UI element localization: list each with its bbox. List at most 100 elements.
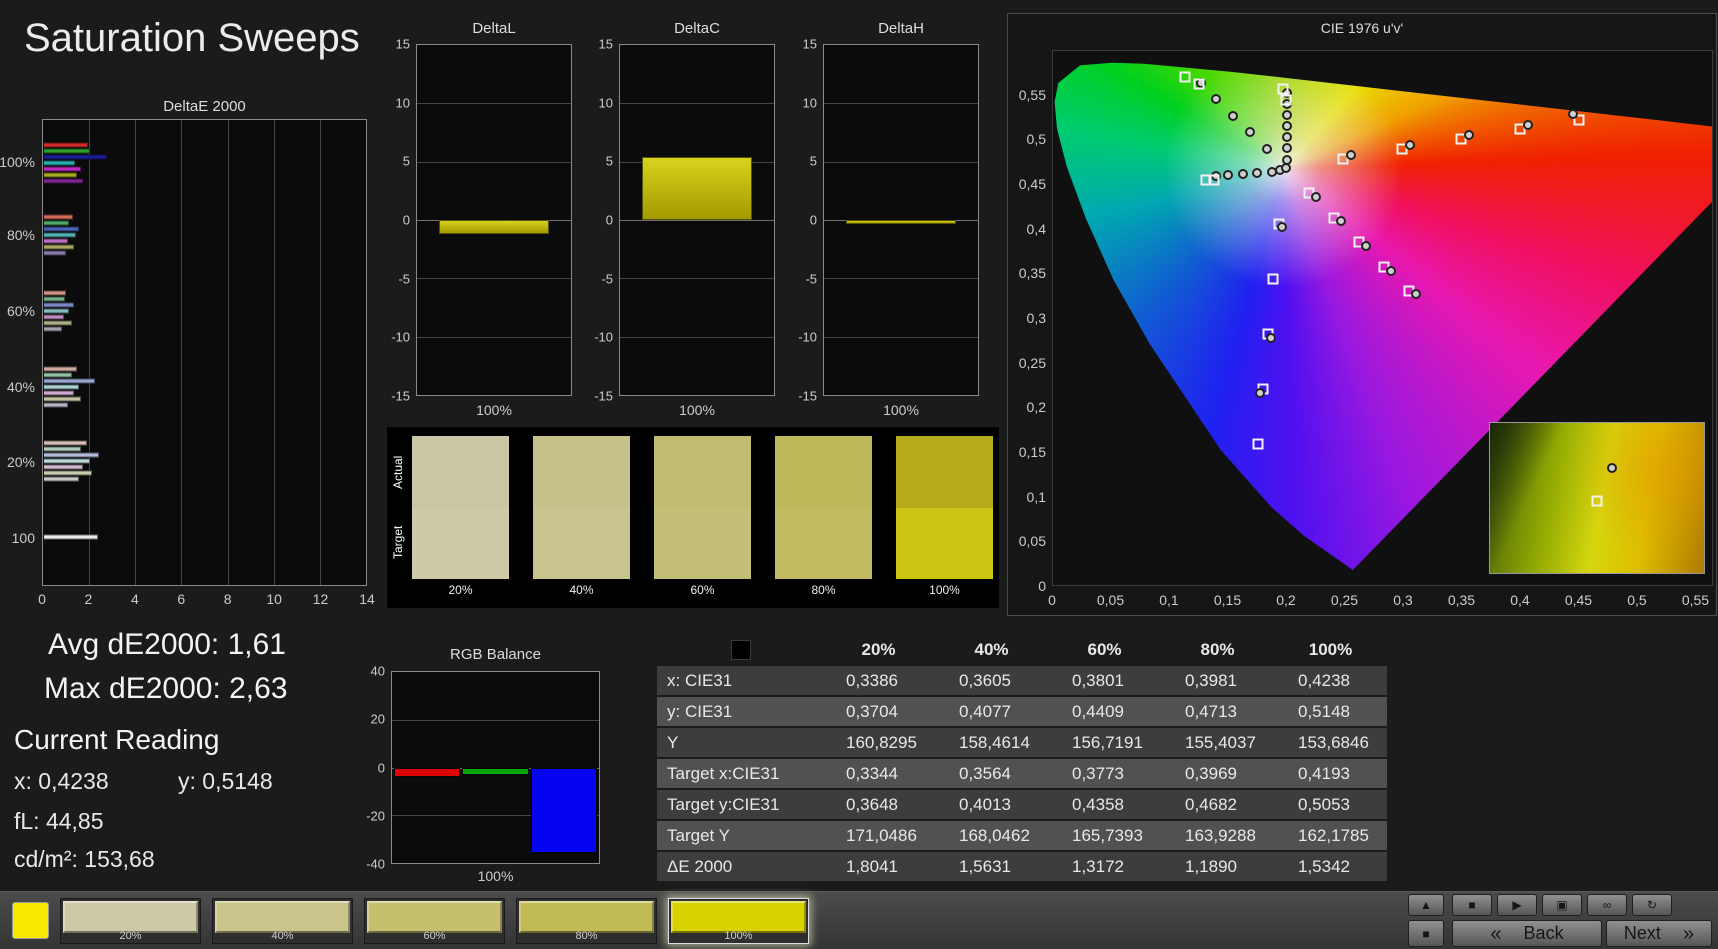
deltae-bar <box>44 160 75 165</box>
eject-icon: ▲ <box>1420 899 1432 911</box>
y-tick-label: 0 <box>1038 578 1046 594</box>
bottom-swatch-80%[interactable]: 80% <box>516 898 657 944</box>
actual-swatch <box>896 436 993 508</box>
deltae-bar <box>44 477 79 482</box>
x-tick-label: 0 <box>38 591 46 607</box>
deltae-bar <box>44 148 90 153</box>
deltae-bar <box>44 166 81 171</box>
deltae-bar <box>44 215 73 220</box>
deltae-bar <box>44 297 65 302</box>
bottom-swatch-40%[interactable]: 40% <box>212 898 353 944</box>
y-tick-label: -15 <box>798 389 817 404</box>
target-swatch <box>654 508 751 580</box>
table-cell-value: 0,3969 <box>1161 764 1274 784</box>
cie-measured-marker <box>1282 121 1292 131</box>
table-cell-value: 153,6846 <box>1274 733 1387 753</box>
bottom-swatch-20%[interactable]: 20% <box>60 898 201 944</box>
rgb-bar-blue <box>531 768 597 854</box>
deltae-bar <box>44 366 77 371</box>
swatch-column: 20% <box>412 436 509 579</box>
delta-mini-chart: DeltaL 151050-5-10-15 100% <box>382 20 572 420</box>
x-tick-label: 4 <box>131 591 139 607</box>
swatch-label: 100% <box>896 583 993 597</box>
deltae-bar <box>44 142 88 147</box>
delta-bar <box>439 220 550 234</box>
y-tick-label: -15 <box>594 389 613 404</box>
stop-button[interactable]: ■ <box>1452 894 1492 916</box>
eject-button[interactable]: ▲ <box>1408 894 1444 916</box>
deltae-bar <box>44 178 83 183</box>
back-button[interactable]: « Back <box>1452 920 1602 947</box>
table-cell-value: 155,4037 <box>1161 733 1274 753</box>
deltae-bar <box>44 251 66 256</box>
table-cell-value: 0,4409 <box>1048 702 1161 722</box>
deltae-bar <box>44 447 81 452</box>
results-table: 20%40%60%80%100%x: CIE310,33860,36050,38… <box>657 636 1387 883</box>
inset-measured-marker <box>1607 463 1617 473</box>
table-row: ΔE 20001,80411,56311,31721,18901,5342 <box>657 852 1387 883</box>
swatch-color-face <box>215 901 350 933</box>
table-cell-value: 0,3648 <box>822 795 935 815</box>
swatch-label: 40% <box>533 583 630 597</box>
cie-measured-marker <box>1386 266 1396 276</box>
swatch-column: 60% <box>654 436 751 579</box>
x-tick-label: 0,25 <box>1331 592 1358 608</box>
table-row-label: Target Y <box>657 826 822 846</box>
play-button[interactable]: ▶ <box>1497 894 1537 916</box>
stop-large-button[interactable]: ■ <box>1408 920 1444 947</box>
y-gridline <box>824 162 978 163</box>
cie-measured-marker <box>1405 140 1415 150</box>
cie-measured-marker <box>1228 111 1238 121</box>
table-row-label: Target x:CIE31 <box>657 764 822 784</box>
cie-measured-marker <box>1282 132 1292 142</box>
x-gridline <box>228 120 229 585</box>
y-gridline <box>824 103 978 104</box>
deltae-bar <box>44 227 79 232</box>
cie-measured-marker <box>1411 289 1421 299</box>
x-tick-label: 0,45 <box>1565 592 1592 608</box>
table-row-label: x: CIE31 <box>657 671 822 691</box>
x-tick-label: 0,2 <box>1276 592 1295 608</box>
x-tick-label: 0,3 <box>1393 592 1412 608</box>
table-cell-value: 160,8295 <box>822 733 935 753</box>
y-tick-label: 10 <box>396 95 410 110</box>
next-button[interactable]: Next » <box>1606 920 1712 947</box>
target-swatch <box>775 508 872 580</box>
table-row: x: CIE310,33860,36050,38010,39810,4238 <box>657 666 1387 697</box>
stop-large-icon: ■ <box>1422 928 1429 940</box>
mini-x-label: 100% <box>823 402 979 418</box>
cie-target-marker <box>1208 174 1219 185</box>
x-tick-label: 10 <box>266 591 282 607</box>
table-cell-value: 0,4238 <box>1274 671 1387 691</box>
table-cell-value: 0,4077 <box>935 702 1048 722</box>
refresh-button[interactable]: ↻ <box>1632 894 1672 916</box>
play-icon: ▶ <box>1512 899 1521 911</box>
mini-y-axis: 151050-5-10-15 <box>789 44 819 396</box>
pattern-button[interactable]: ▣ <box>1542 894 1582 916</box>
table-corner-icon <box>731 640 751 660</box>
y-tick-label: 100% <box>0 154 35 170</box>
deltae-bar-group <box>44 291 367 332</box>
x-tick-label: 8 <box>224 591 232 607</box>
x-tick-label: 0,1 <box>1159 592 1178 608</box>
actual-swatch <box>412 436 509 508</box>
table-cell-value: 0,3773 <box>1048 764 1161 784</box>
avg-de2000-value: Avg dE2000: 1,61 <box>48 628 286 662</box>
cie-measured-marker <box>1277 222 1287 232</box>
cie-target-marker <box>1268 273 1279 284</box>
continuous-button[interactable]: ∞ <box>1587 894 1627 916</box>
mini-y-axis: 151050-5-10-15 <box>382 44 412 396</box>
deltae-bar <box>44 327 62 332</box>
y-tick-label: 60% <box>7 303 35 319</box>
next-chevron-icon: » <box>1683 924 1694 944</box>
mini-x-label: 100% <box>619 402 775 418</box>
bottom-swatch-60%[interactable]: 60% <box>364 898 505 944</box>
y-tick-label: 15 <box>803 37 817 52</box>
cie-measured-marker <box>1245 127 1255 137</box>
table-row-label: y: CIE31 <box>657 702 822 722</box>
bottom-swatch-100%[interactable]: 100% <box>668 898 809 944</box>
table-cell-value: 0,5148 <box>1274 702 1387 722</box>
y-tick-label: -40 <box>366 857 385 872</box>
swatch-label: 100% <box>669 930 808 942</box>
table-row: Y160,8295158,4614156,7191155,4037153,684… <box>657 728 1387 759</box>
